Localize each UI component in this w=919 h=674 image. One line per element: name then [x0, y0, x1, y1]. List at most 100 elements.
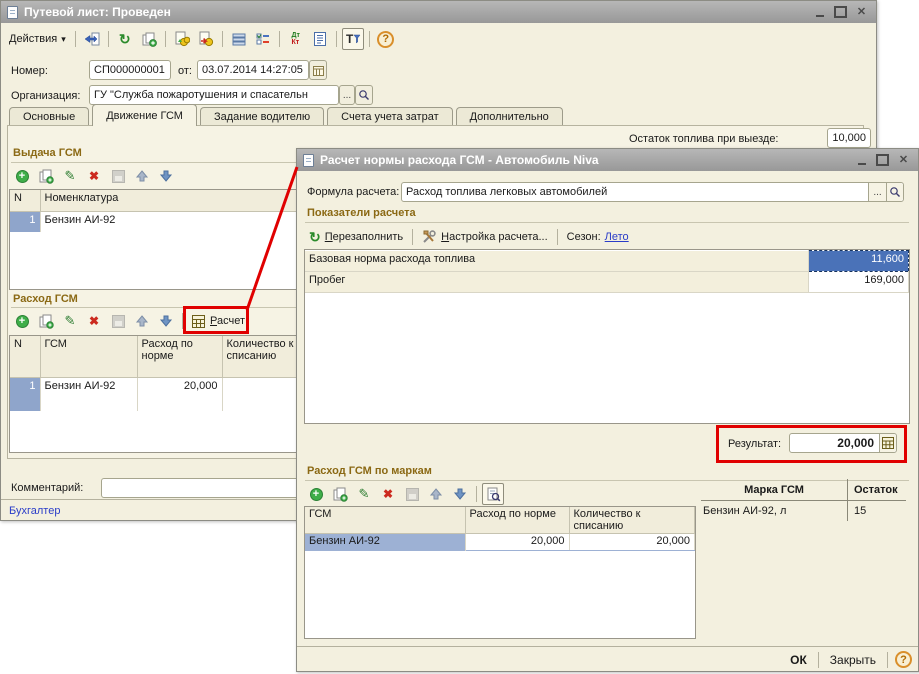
copy-row-button[interactable] — [329, 483, 351, 505]
arrow-up-icon — [135, 314, 149, 328]
move-down-button[interactable] — [449, 483, 471, 505]
fuel-balance-label: Остаток топлива при выезде: — [629, 133, 779, 145]
add-row-button[interactable]: + — [11, 165, 33, 187]
row-number-cell[interactable]: 1 — [10, 211, 40, 232]
number-input[interactable]: СП000000001 — [89, 60, 171, 80]
norm-cell[interactable]: 20,000 — [465, 534, 569, 551]
tab-dopolnitelno[interactable]: Дополнительно — [456, 107, 563, 126]
close-button[interactable]: Закрыть — [822, 653, 884, 667]
organization-input[interactable]: ГУ "Служба пожаротушения и спасательн — [89, 85, 339, 105]
end-edit-button[interactable] — [107, 165, 129, 187]
document-structure-button[interactable] — [228, 28, 250, 50]
dialog-title: Расчет нормы расхода ГСМ - Автомобиль Ni… — [320, 153, 847, 167]
tab-scheta-ucheta[interactable]: Счета учета затрат — [327, 107, 452, 126]
tab-zadanie-voditelyu[interactable]: Задание водителю — [200, 107, 324, 126]
mark-header: Марка ГСМ — [701, 484, 847, 496]
pencil-icon: ✎ — [65, 168, 76, 184]
fuel-balance-input[interactable]: 10,000 — [827, 128, 871, 148]
col-n[interactable]: N — [10, 190, 40, 211]
accountant-link[interactable]: Бухгалтер — [9, 505, 60, 517]
indicators-table[interactable]: Базовая норма расхода топлива 11,600 Про… — [304, 249, 910, 424]
move-up-button[interactable] — [425, 483, 447, 505]
tab-osnovnye[interactable]: Основные — [9, 107, 89, 126]
close-icon[interactable]: ✕ — [895, 153, 912, 168]
comment-label: Комментарий: — [11, 482, 83, 494]
move-down-button[interactable] — [155, 165, 177, 187]
minimize-icon[interactable] — [811, 5, 828, 20]
add-row-button[interactable]: + — [305, 483, 327, 505]
delete-row-button[interactable]: ✖ — [83, 165, 105, 187]
indicator-value[interactable]: 169,000 — [809, 272, 909, 293]
col-gsm[interactable]: ГСМ — [305, 507, 465, 534]
indicator-name[interactable]: Базовая норма расхода топлива — [305, 251, 809, 272]
delete-icon: ✖ — [89, 314, 99, 328]
marks-table[interactable]: ГСМ Расход по норме Количество к списани… — [304, 506, 696, 639]
table-row: Бензин АИ-92 20,000 20,000 — [305, 534, 695, 551]
row-number-cell[interactable]: 1 — [10, 377, 40, 411]
season-link[interactable]: Лето — [605, 231, 629, 243]
col-norm[interactable]: Расход по норме — [137, 336, 222, 377]
col-writeoff[interactable]: Количество к списанию — [569, 507, 695, 534]
move-up-button[interactable] — [131, 310, 153, 332]
document-icon — [7, 6, 18, 19]
calc-settings-button[interactable]: Настройка расчета... — [418, 227, 552, 247]
add-row-button[interactable]: + — [11, 310, 33, 332]
tab-dvizhenie-gsm[interactable]: Движение ГСМ — [92, 104, 197, 126]
calendar-button[interactable] — [309, 60, 327, 80]
col-gsm[interactable]: ГСМ — [40, 336, 137, 377]
col-n[interactable]: N — [10, 336, 40, 377]
filter-button[interactable]: T — [342, 28, 364, 50]
svg-text:T: T — [346, 32, 354, 46]
date-input[interactable]: 03.07.2014 14:27:05 — [197, 60, 309, 80]
end-edit-button[interactable] — [107, 310, 129, 332]
gsm-cell[interactable]: Бензин АИ-92 — [40, 377, 137, 411]
post-document-button[interactable] — [171, 28, 193, 50]
delete-row-button[interactable]: ✖ — [377, 483, 399, 505]
refill-button[interactable]: ↻ Перезаполнить — [305, 227, 407, 247]
waybill-titlebar[interactable]: Путевой лист: Проведен ✕ — [1, 1, 876, 23]
writeoff-cell[interactable]: 20,000 — [569, 534, 695, 551]
norm-cell[interactable]: 20,000 — [137, 377, 222, 411]
edit-row-button[interactable]: ✎ — [353, 483, 375, 505]
organization-select-button[interactable]: ... — [339, 85, 355, 105]
move-down-button[interactable] — [155, 310, 177, 332]
help-button[interactable]: ? — [375, 28, 397, 50]
report-button[interactable] — [309, 28, 331, 50]
indicator-value-selected[interactable]: 11,600 — [809, 251, 909, 272]
ok-button[interactable]: ОК — [782, 653, 815, 667]
indicator-name[interactable]: Пробег — [305, 272, 809, 293]
gsm-cell[interactable]: Бензин АИ-92 — [305, 534, 465, 551]
formula-input[interactable]: Расход топлива легковых автомобилей — [401, 182, 904, 202]
dialog-titlebar[interactable]: Расчет нормы расхода ГСМ - Автомобиль Ni… — [297, 149, 918, 171]
refresh-button[interactable]: ↻ — [114, 28, 136, 50]
season-label: Сезон: — [567, 231, 601, 243]
copy-row-button[interactable] — [35, 165, 57, 187]
move-up-button[interactable] — [131, 165, 153, 187]
maximize-icon[interactable] — [874, 153, 891, 168]
checklist-button[interactable] — [252, 28, 274, 50]
search-icon — [358, 89, 370, 101]
result-calc-button[interactable] — [879, 434, 896, 452]
arrow-up-icon — [135, 169, 149, 183]
organization-open-button[interactable] — [355, 85, 373, 105]
unpost-document-button[interactable] — [195, 28, 217, 50]
minimize-icon[interactable] — [853, 153, 870, 168]
actions-menu-button[interactable]: Действия ▾ — [5, 29, 70, 49]
debit-credit-button[interactable]: ДтКт — [285, 28, 307, 50]
calc-button[interactable]: Расчет — [188, 311, 249, 331]
dialog-help-button[interactable]: ? — [895, 651, 912, 668]
end-edit-button[interactable] — [401, 483, 423, 505]
preview-button[interactable] — [482, 483, 504, 505]
copy-button[interactable] — [138, 28, 160, 50]
maximize-icon[interactable] — [832, 5, 849, 20]
col-norm[interactable]: Расход по норме — [465, 507, 569, 534]
close-icon[interactable]: ✕ — [853, 5, 870, 20]
copy-row-button[interactable] — [35, 310, 57, 332]
formula-open-button[interactable] — [886, 183, 903, 201]
edit-row-button[interactable]: ✎ — [59, 310, 81, 332]
formula-select-button[interactable]: ... — [868, 183, 886, 201]
edit-row-button[interactable]: ✎ — [59, 165, 81, 187]
save-close-button[interactable] — [81, 28, 103, 50]
floppy-icon — [406, 488, 419, 501]
delete-row-button[interactable]: ✖ — [83, 310, 105, 332]
